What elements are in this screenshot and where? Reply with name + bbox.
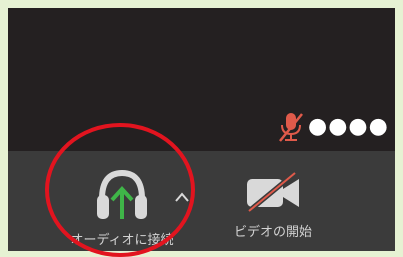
join-audio-button[interactable]: オーディオに接続 <box>52 165 192 248</box>
participant-name: ●●●● <box>308 114 389 139</box>
mic-muted-icon <box>279 113 303 142</box>
join-audio-label: オーディオに接続 <box>70 233 174 248</box>
caret-up-icon[interactable] <box>174 191 190 203</box>
participant-label: ●●●● <box>278 111 389 143</box>
meeting-window: ●●●● オーディオに接続 ビデオの開始 <box>8 8 395 251</box>
camera-off-icon <box>247 171 299 213</box>
headphone-icon <box>97 169 147 219</box>
start-video-label: ビデオの開始 <box>233 225 312 240</box>
video-area: ●●●● <box>8 8 395 151</box>
meeting-toolbar: オーディオに接続 ビデオの開始 <box>8 151 395 251</box>
start-video-button[interactable]: ビデオの開始 <box>218 165 328 240</box>
arrow-up-icon <box>110 186 134 219</box>
